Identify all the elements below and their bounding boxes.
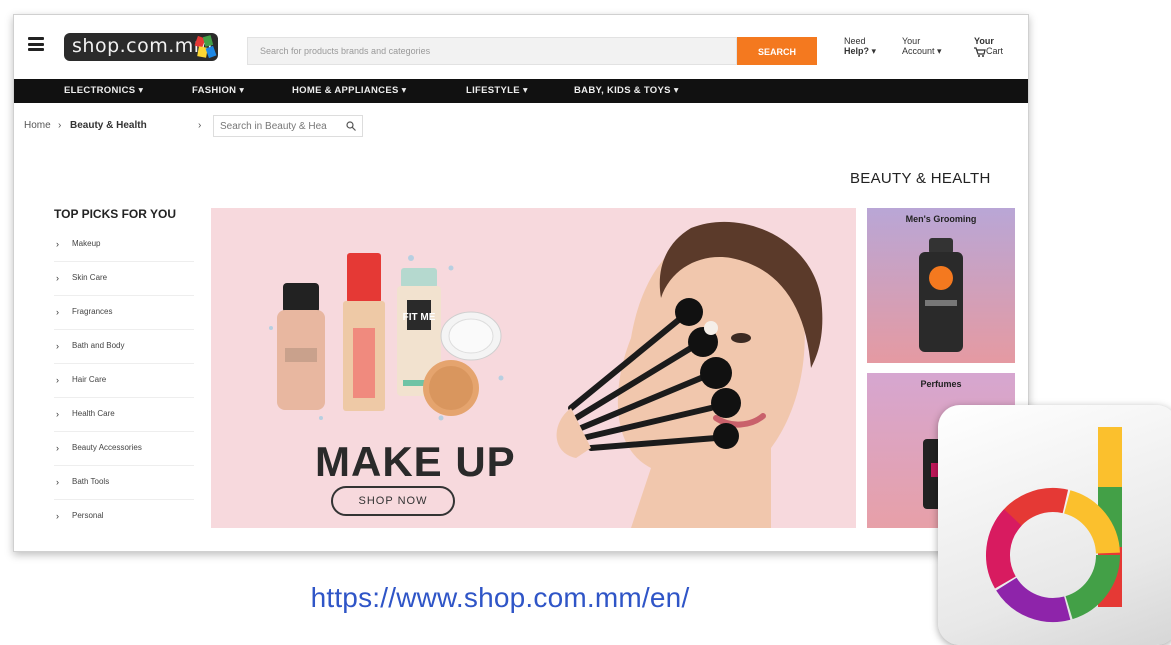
page-title: BEAUTY & HEALTH [850,170,991,187]
promo-title: Perfumes [920,379,962,389]
sidebar-item-label: Skin Care [72,273,108,282]
chevron-right-icon: › [56,273,59,283]
nav-electronics[interactable]: ELECTRONICS ▾ [64,85,143,96]
sidebar-item-skin-care[interactable]: › Skin Care [54,261,194,296]
search-button[interactable]: SEARCH [737,37,817,65]
breadcrumb-separator-2: › [198,120,202,131]
product-bottle-icon [919,238,963,352]
sidebar-item-label: Hair Care [72,375,107,384]
chevron-right-icon: › [56,443,59,453]
nav-home-appliances[interactable]: HOME & APPLIANCES ▾ [292,85,407,96]
chevron-right-icon: › [56,477,59,487]
cart-link[interactable]: Your Cart [974,36,1003,57]
category-nav: ELECTRONICS ▾ FASHION ▾ HOME & APPLIANCE… [14,79,1028,103]
sidebar-item-bath-body[interactable]: › Bath and Body [54,329,194,364]
sidebar-item-personal[interactable]: › Personal [54,499,194,533]
sidebar-item-makeup[interactable]: › Makeup [54,227,194,262]
breadcrumb-current: Beauty & Health [70,120,147,131]
breadcrumb-separator: › [58,120,62,131]
sidebar-item-health-care[interactable]: › Health Care [54,397,194,432]
sidebar-title: TOP PICKS FOR YOU [54,207,177,221]
sidebar-item-label: Personal [72,511,104,520]
account-bottom-label: Account ▾ [902,46,942,56]
cart-icon [974,47,986,57]
sidebar-item-label: Beauty Accessories [72,443,142,452]
search-icon[interactable] [346,121,356,131]
site-logo[interactable]: shop.com.mm [64,33,218,61]
chevron-right-icon: › [56,307,59,317]
sidebar-item-label: Bath and Body [72,341,125,350]
help-menu[interactable]: Need Help? ▾ [844,36,876,56]
bottle-label: FIT ME [403,312,436,323]
chevron-right-icon: › [56,511,59,521]
site-header: shop.com.mm Search for products brands a… [14,15,1028,79]
cart-top-label: Your [974,36,994,46]
cart-bottom-label: Cart [986,46,1004,56]
nav-baby-kids-toys[interactable]: BABY, KIDS & TOYS ▾ [574,85,679,96]
category-search-placeholder: Search in Beauty & Hea [220,121,327,132]
sidebar-item-fragrances[interactable]: › Fragrances [54,295,194,330]
category-search-input[interactable]: Search in Beauty & Hea [213,115,363,137]
chevron-right-icon: › [56,409,59,419]
search-input[interactable]: Search for products brands and categorie… [247,37,737,65]
nav-fashion[interactable]: FASHION ▾ [192,85,244,96]
chevron-right-icon: › [56,239,59,249]
logo-color-mark [194,33,218,61]
sidebar-item-label: Health Care [72,409,115,418]
chevron-right-icon: › [56,341,59,351]
shop-now-button[interactable]: SHOP NOW [331,486,455,516]
browser-screenshot: shop.com.mm Search for products brands a… [13,14,1029,552]
sidebar-item-bath-tools[interactable]: › Bath Tools [54,465,194,500]
breadcrumb-home[interactable]: Home [24,120,51,131]
menu-icon[interactable] [28,37,44,51]
banner-headline: MAKE UP [315,438,516,485]
chevron-right-icon: › [56,375,59,385]
nav-lifestyle[interactable]: LIFESTYLE ▾ [466,85,528,96]
app-logo-icon [938,405,1171,645]
banner-artwork: FIT ME [269,221,823,528]
search-placeholder: Search for products brands and categorie… [260,46,431,56]
promo-title: Men's Grooming [905,214,977,224]
sidebar-item-beauty-accessories[interactable]: › Beauty Accessories [54,431,194,466]
hero-banner[interactable]: FIT ME MAKE UP SHOP NOW [211,208,856,528]
account-menu[interactable]: Your Account ▾ [902,36,942,56]
help-top-label: Need [844,36,866,46]
account-top-label: Your [902,36,921,46]
sidebar-item-label: Fragrances [72,307,113,316]
caption-url[interactable]: https://www.shop.com.mm/en/ [0,582,1000,614]
logo-text: shop.com.mm [72,35,213,57]
sidebar-item-label: Bath Tools [72,477,110,486]
promo-mens-grooming[interactable]: Men's Grooming [867,208,1015,363]
sidebar-item-hair-care[interactable]: › Hair Care [54,363,194,398]
help-bottom-label: Help? ▾ [844,46,877,56]
sidebar-item-label: Makeup [72,239,101,248]
